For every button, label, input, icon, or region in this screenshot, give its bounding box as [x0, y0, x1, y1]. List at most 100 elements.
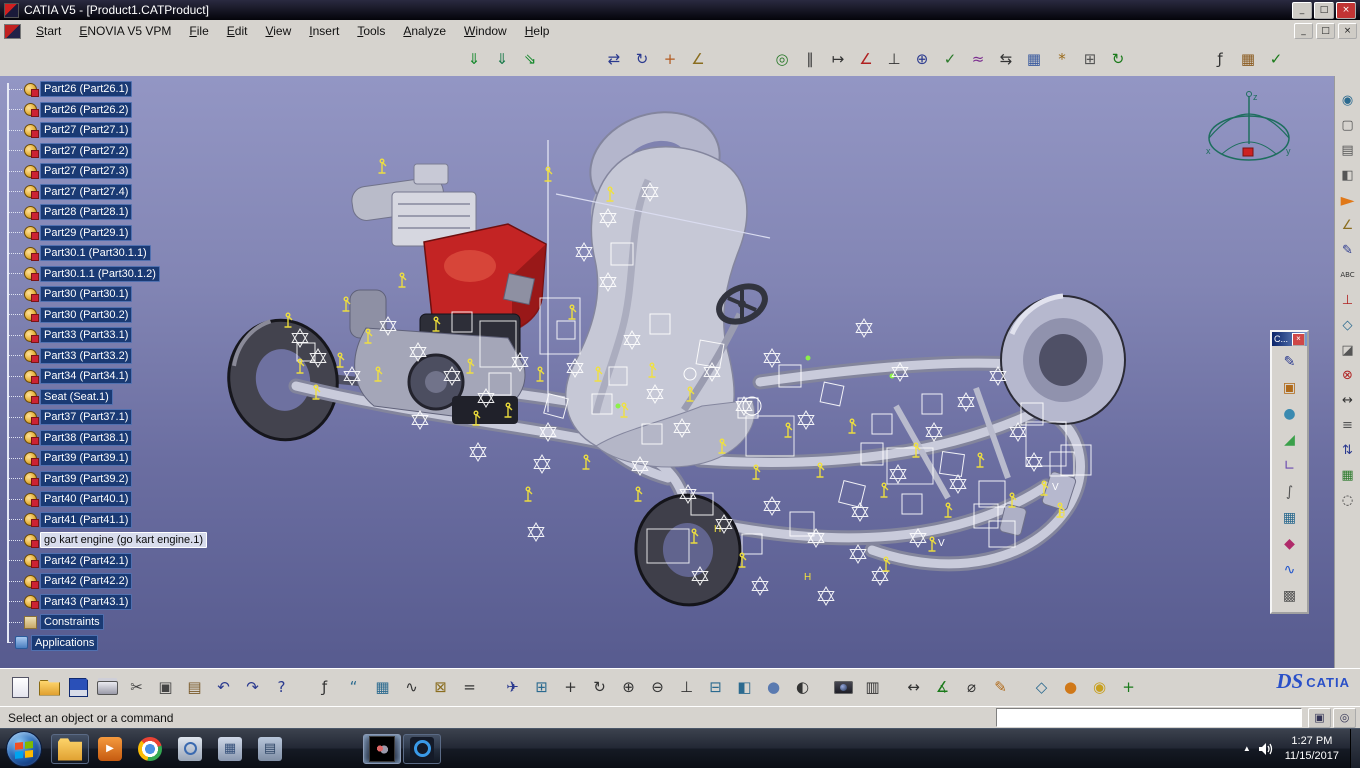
triangle-ruler-icon[interactable]: ◢ — [1276, 427, 1303, 453]
redo-icon[interactable]: ↷ — [238, 673, 267, 702]
color-palette-icon[interactable]: ◆ — [1276, 531, 1303, 557]
pan-icon[interactable]: + — [556, 673, 585, 702]
paperclip-icon[interactable]: ∫ — [1276, 479, 1303, 505]
new-document-icon[interactable] — [6, 673, 35, 702]
camera-icon[interactable] — [829, 673, 858, 702]
open-icon[interactable] — [35, 673, 64, 702]
change-constraint-icon[interactable]: ⇆ — [992, 45, 1020, 73]
tree-item-label[interactable]: Part41 (Part41.1) — [40, 511, 133, 528]
quick-view-icon[interactable]: ◧ — [730, 673, 759, 702]
check-rule-icon[interactable]: ✓ — [1262, 45, 1290, 73]
tree-item-label[interactable]: Part39 (Part39.2) — [40, 470, 133, 487]
annotation-list-icon[interactable]: ≡ — [1335, 413, 1360, 438]
dot-matrix-icon[interactable]: ▩ — [1276, 583, 1303, 609]
swap-visible-space-icon[interactable]: ⇅ — [1335, 438, 1360, 463]
tree-item-label[interactable]: Part42 (Part42.2) — [40, 573, 133, 590]
tree-item-label[interactable]: Seat (Seat.1) — [40, 388, 113, 405]
angle-constraint-icon[interactable]: ∠ — [852, 45, 880, 73]
power-input-field[interactable] — [996, 708, 1302, 727]
rotate-view-icon[interactable]: ↻ — [585, 673, 614, 702]
film-icon[interactable]: ▥ — [858, 673, 887, 702]
start-menu-icon[interactable] — [4, 23, 21, 39]
coincidence-constraint-icon[interactable]: ◎ — [768, 45, 796, 73]
zoom-in-icon[interactable]: ⊕ — [614, 673, 643, 702]
tree-item-label[interactable]: Part27 (Part27.1) — [40, 122, 133, 139]
tree-item-label[interactable]: Part40 (Part40.1) — [40, 491, 133, 508]
flexible-assembly-icon[interactable]: ≈ — [964, 45, 992, 73]
fit-all-in-icon[interactable]: ⊞ — [527, 673, 556, 702]
menu-analyze[interactable]: Analyze — [394, 22, 455, 40]
palette-titlebar[interactable]: C... × — [1272, 332, 1307, 346]
spline-icon[interactable]: ∿ — [1276, 557, 1303, 583]
new-component-icon[interactable]: ⇓ — [460, 45, 488, 73]
axis-system-icon[interactable]: ⊥ — [1335, 288, 1360, 313]
lock-icon[interactable]: ⊠ — [426, 673, 455, 702]
tree-item-label[interactable]: Part30 (Part30.1) — [40, 286, 133, 303]
graph-icon[interactable]: ▦ — [1335, 463, 1360, 488]
manipulate-icon[interactable]: + — [656, 45, 684, 73]
menu-window[interactable]: Window — [455, 22, 516, 40]
save-icon[interactable] — [64, 673, 93, 702]
clash-icon[interactable]: ⊗ — [1335, 363, 1360, 388]
measure-inertia-icon[interactable]: ⌀ — [957, 673, 986, 702]
graph-tool-icon[interactable]: + — [1114, 673, 1143, 702]
apply-material-icon[interactable]: ● — [1056, 673, 1085, 702]
3d-compass[interactable]: y x z — [1202, 86, 1294, 181]
rotate-component-icon[interactable]: ↻ — [628, 45, 656, 73]
copy-icon[interactable]: ▣ — [151, 673, 180, 702]
reuse-pattern-icon[interactable]: ▦ — [1020, 45, 1048, 73]
zoom-out-icon[interactable]: ⊖ — [643, 673, 672, 702]
menu-start[interactable]: Start — [27, 22, 70, 40]
print-icon[interactable] — [93, 673, 122, 702]
tree-item-label[interactable]: Part29 (Part29.1) — [40, 224, 133, 241]
gear-pair-icon[interactable]: * — [1048, 45, 1076, 73]
whats-this-icon[interactable]: ? — [267, 673, 296, 702]
render-icon[interactable]: ◉ — [1085, 673, 1114, 702]
tree-item-label[interactable]: Part26 (Part26.1) — [40, 81, 133, 98]
snap-icon[interactable]: ∠ — [1335, 213, 1360, 238]
comment-icon[interactable]: “ — [339, 673, 368, 702]
create-multi-view-icon[interactable]: ⊟ — [701, 673, 730, 702]
formula-icon[interactable]: ƒ — [1206, 45, 1234, 73]
existing-component-icon[interactable]: ⇘ — [516, 45, 544, 73]
show-desktop-button[interactable] — [1350, 729, 1360, 768]
update-assembly-icon[interactable]: ↻ — [1104, 45, 1132, 73]
equivalent-dimensions-icon[interactable]: = — [455, 673, 484, 702]
start-button[interactable] — [6, 730, 42, 767]
tree-item-label[interactable]: Part27 (Part27.2) — [40, 142, 133, 159]
mdi-minimize-button[interactable]: _ — [1294, 23, 1313, 39]
menu-tools[interactable]: Tools — [348, 22, 394, 40]
snap-components-icon[interactable]: ∠ — [684, 45, 712, 73]
tree-item-label[interactable]: Part30.1 (Part30.1.1) — [40, 245, 151, 262]
tree-item-label[interactable]: Constraints — [40, 614, 104, 631]
taskbar-app-windows-explorer[interactable] — [51, 733, 89, 764]
fly-mode-icon[interactable]: ✈ — [498, 673, 527, 702]
select-arrow-icon[interactable]: ► — [1335, 188, 1360, 213]
tree-item-label[interactable]: Applications — [31, 634, 99, 651]
taskbar-app-calculator[interactable] — [211, 734, 249, 764]
new-product-icon[interactable]: ⇓ — [488, 45, 516, 73]
taskbar-app-composer[interactable] — [403, 733, 441, 764]
taskbar-app-documents[interactable] — [251, 734, 289, 764]
viewport[interactable]: V V H H H y x z Part26 (Part26.1) Part26 … — [0, 76, 1334, 668]
mdi-restore-button[interactable]: □ — [1316, 23, 1335, 39]
text-annotation-icon[interactable]: ABC — [1335, 263, 1360, 288]
expand-statusbar-icon[interactable]: ▣ — [1308, 707, 1331, 728]
tree-item-label[interactable]: Part39 (Part39.1) — [40, 450, 133, 467]
table-icon[interactable]: ▦ — [1276, 505, 1303, 531]
menu-enovia-v5-vpm[interactable]: ENOVIA V5 VPM — [70, 22, 180, 40]
cut-icon[interactable]: ✂ — [122, 673, 151, 702]
volume-icon[interactable] — [1258, 742, 1274, 756]
tree-item-label[interactable]: Part42 (Part42.1) — [40, 552, 133, 569]
taskbar-app-media-player[interactable] — [91, 734, 129, 764]
tree-item-label[interactable]: Part34 (Part34.1) — [40, 368, 133, 385]
sketcher-icon[interactable]: ✎ — [1335, 238, 1360, 263]
menu-help[interactable]: Help — [516, 22, 559, 40]
menu-insert[interactable]: Insert — [300, 22, 348, 40]
render-style-icon[interactable]: ◧ — [1335, 163, 1360, 188]
tree-item-label[interactable]: Part28 (Part28.1) — [40, 204, 133, 221]
paste-icon[interactable]: ▤ — [180, 673, 209, 702]
taskbar-clock[interactable]: 1:27 PM 11/15/2017 — [1285, 734, 1339, 764]
tree-item-label[interactable]: go kart engine (go kart engine.1) — [40, 532, 207, 549]
normal-view-icon[interactable]: ⊥ — [672, 673, 701, 702]
